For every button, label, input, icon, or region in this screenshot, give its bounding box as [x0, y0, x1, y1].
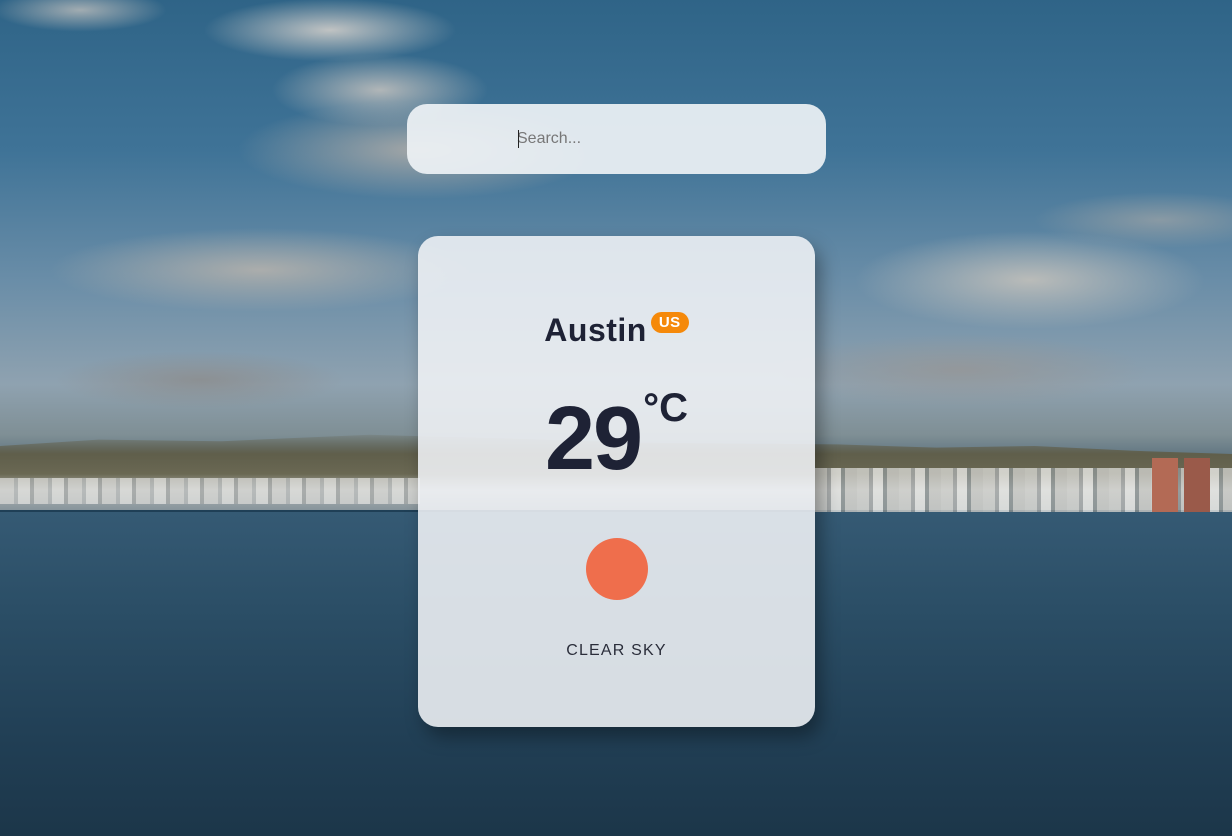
location: Austin US: [418, 312, 815, 349]
search-bar[interactable]: [407, 104, 826, 174]
temperature-value: 29: [545, 389, 643, 489]
sun-icon: [586, 538, 648, 600]
text-caret: [518, 130, 519, 148]
city-name: Austin: [544, 312, 647, 348]
weather-app: AustinUS 29°C CLEAR SKY: [0, 0, 1232, 836]
background-tower: [1152, 458, 1178, 514]
weather-card: Austin US 29°C CLEAR SKY: [418, 236, 815, 727]
background-town-left: [0, 478, 420, 504]
temperature-unit: °C: [643, 386, 688, 430]
search-input[interactable]: [517, 124, 797, 154]
weather-description: CLEAR SKY: [566, 642, 667, 659]
temperature: 29°C: [418, 386, 815, 491]
country-badge: US: [650, 312, 689, 333]
background-tower: [1184, 458, 1210, 514]
